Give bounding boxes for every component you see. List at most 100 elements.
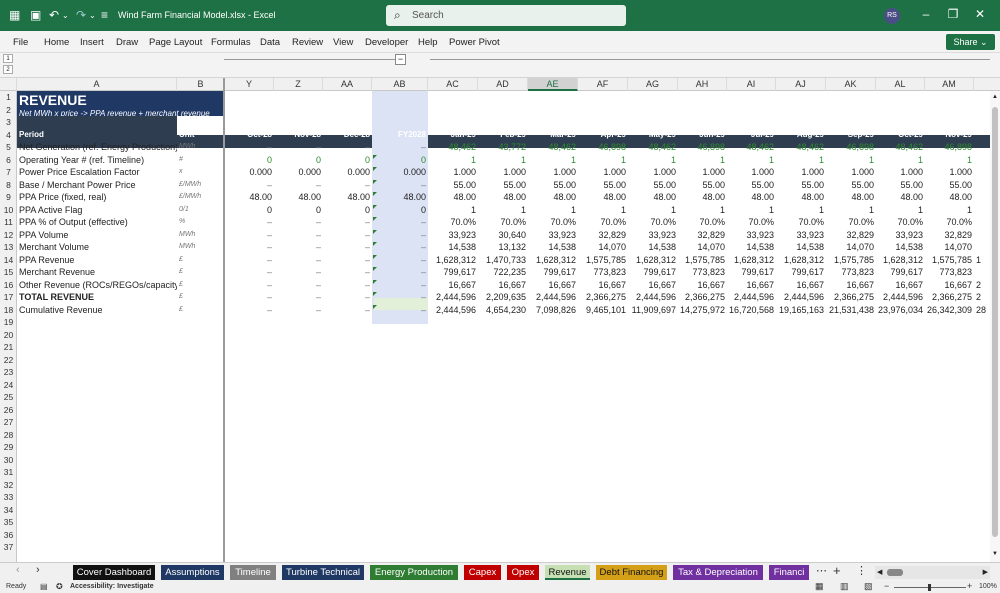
page-layout-view-icon[interactable]: ▥ (840, 581, 849, 592)
data-cell[interactable]: 2,444,596 (628, 291, 678, 304)
unit-cell[interactable]: MWh (177, 241, 225, 254)
data-cell[interactable]: – (372, 179, 428, 192)
data-cell[interactable]: – (274, 216, 323, 229)
data-cell[interactable]: 16,720,568 (727, 304, 776, 317)
row-header[interactable]: 10 (0, 204, 17, 217)
data-cell[interactable]: 1.000 (628, 166, 678, 179)
data-cell[interactable]: 55.00 (478, 179, 528, 192)
column-header-ae[interactable]: AE (528, 78, 578, 91)
data-cell[interactable]: 48.00 (274, 191, 323, 204)
data-cell[interactable]: 773,823 (678, 266, 727, 279)
data-cell[interactable]: 799,617 (628, 266, 678, 279)
data-cell[interactable]: 32,829 (826, 229, 876, 242)
data-cell[interactable]: 14,070 (678, 241, 727, 254)
data-cell[interactable]: 48.00 (776, 191, 826, 204)
data-cell[interactable]: 16,667 (925, 279, 974, 292)
row-header[interactable]: 3 (0, 116, 17, 129)
data-cell[interactable]: 1.000 (727, 166, 776, 179)
data-cell-partial[interactable]: 1 (974, 254, 989, 267)
data-cell[interactable]: 1,575,785 (925, 254, 974, 267)
data-cell[interactable]: 2,209,635 (478, 291, 528, 304)
column-header-ag[interactable]: AG (628, 78, 678, 91)
data-cell[interactable]: – (274, 254, 323, 267)
row-label[interactable]: Cumulative Revenue (17, 304, 177, 317)
period-column-header[interactable]: Oct-29 (876, 129, 925, 142)
data-cell[interactable]: 799,617 (528, 266, 578, 279)
data-cell[interactable]: 48.00 (578, 191, 628, 204)
column-header-aa[interactable]: AA (323, 78, 372, 91)
data-cell[interactable]: 46,898 (925, 141, 974, 154)
data-cell[interactable]: 14,275,972 (678, 304, 727, 317)
data-cell[interactable]: 11,909,697 (628, 304, 678, 317)
column-header-b[interactable]: B (177, 78, 225, 91)
data-cell[interactable]: 70.0% (478, 216, 528, 229)
period-column-header[interactable]: Apr-29 (578, 129, 628, 142)
data-cell[interactable]: 799,617 (776, 266, 826, 279)
row-header[interactable]: 6 (0, 154, 17, 167)
row-header[interactable]: 13 (0, 241, 17, 254)
row-header[interactable]: 7 (0, 166, 17, 179)
row-label[interactable]: PPA % of Output (effective) (17, 216, 177, 229)
collapse-group-button[interactable]: − (395, 54, 406, 65)
customize-toolbar-icon[interactable]: ≡ (101, 8, 108, 22)
data-cell[interactable]: 0 (372, 154, 428, 167)
data-cell[interactable]: – (225, 304, 274, 317)
data-cell[interactable]: – (372, 304, 428, 317)
row-header[interactable]: 37 (0, 541, 17, 554)
column-header-aj[interactable]: AJ (776, 78, 826, 91)
row-header[interactable]: 27 (0, 416, 17, 429)
data-cell[interactable]: 1.000 (528, 166, 578, 179)
unit-cell[interactable]: £ (177, 304, 225, 317)
data-cell[interactable]: 32,829 (578, 229, 628, 242)
column-header-al[interactable]: AL (876, 78, 925, 91)
menu-home[interactable]: Home (44, 37, 69, 48)
data-cell[interactable]: 33,923 (876, 229, 925, 242)
unit-cell[interactable]: x (177, 166, 225, 179)
period-column-header[interactable]: Nov-29 (925, 129, 974, 142)
row-header[interactable]: 30 (0, 454, 17, 467)
data-cell[interactable]: – (274, 279, 323, 292)
data-cell[interactable]: – (225, 141, 274, 154)
row-header[interactable]: 14 (0, 254, 17, 267)
data-cell[interactable]: 7,098,826 (528, 304, 578, 317)
data-cell[interactable]: 0 (323, 154, 372, 167)
data-cell[interactable]: 70.0% (727, 216, 776, 229)
data-cell[interactable]: – (274, 141, 323, 154)
period-column-header[interactable]: Feb-29 (478, 129, 528, 142)
data-cell[interactable]: 1 (628, 204, 678, 217)
data-cell[interactable]: 1.000 (478, 166, 528, 179)
data-cell[interactable]: 1 (678, 204, 727, 217)
row-label[interactable]: PPA Active Flag (17, 204, 177, 217)
data-cell[interactable]: 1 (528, 204, 578, 217)
horizontal-scroll-thumb[interactable] (887, 569, 903, 576)
data-cell[interactable]: 1 (727, 204, 776, 217)
row-header[interactable]: 31 (0, 466, 17, 479)
row-label[interactable]: PPA Volume (17, 229, 177, 242)
data-cell[interactable]: 1.000 (578, 166, 628, 179)
scroll-down-icon[interactable]: ▼ (992, 551, 998, 557)
zoom-level[interactable]: 100% (979, 583, 997, 590)
row-header[interactable]: 25 (0, 391, 17, 404)
unit-cell[interactable]: MWh (177, 141, 225, 154)
next-sheet-icon[interactable]: › (36, 564, 40, 576)
data-cell[interactable]: 16,667 (727, 279, 776, 292)
data-cell[interactable]: 33,923 (776, 229, 826, 242)
row-header[interactable]: 12 (0, 229, 17, 242)
period-column-header[interactable]: May-29 (628, 129, 678, 142)
data-cell[interactable]: 48.00 (727, 191, 776, 204)
avatar[interactable]: RS (884, 8, 900, 24)
tab-revenue[interactable]: Revenue (545, 565, 590, 580)
row-header[interactable]: 34 (0, 504, 17, 517)
redo-icon[interactable]: ↷ (76, 8, 86, 22)
row-header[interactable]: 22 (0, 354, 17, 367)
menu-draw[interactable]: Draw (116, 37, 138, 48)
unit-cell[interactable]: MWh (177, 229, 225, 242)
data-cell[interactable]: 55.00 (628, 179, 678, 192)
row-header[interactable]: 36 (0, 529, 17, 542)
scroll-right-icon[interactable]: ▶ (983, 566, 988, 579)
data-cell[interactable]: 46,898 (678, 141, 727, 154)
row-header[interactable]: 24 (0, 379, 17, 392)
data-cell[interactable]: 2,366,275 (578, 291, 628, 304)
data-cell[interactable]: 9,465,101 (578, 304, 628, 317)
row-header[interactable]: 15 (0, 266, 17, 279)
